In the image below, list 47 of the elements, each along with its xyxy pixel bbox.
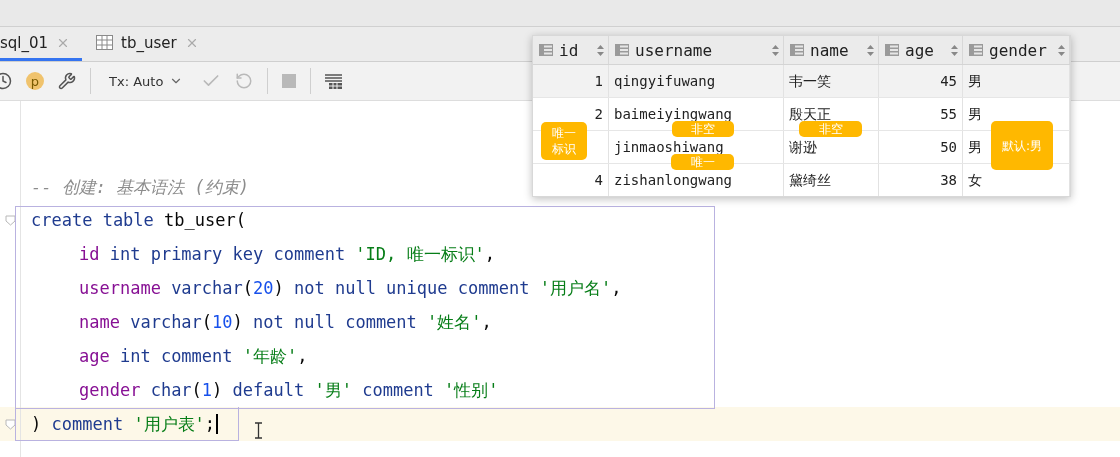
column-header[interactable]: username bbox=[609, 36, 784, 64]
sort-icon[interactable] bbox=[1058, 44, 1065, 56]
code-line: id int primary key comment 'ID, 唯一标识', bbox=[78, 242, 496, 266]
sort-icon[interactable] bbox=[597, 44, 604, 56]
column-header[interactable]: name bbox=[784, 36, 879, 64]
table-cell: 1 bbox=[533, 65, 609, 97]
column-icon bbox=[790, 44, 804, 56]
column-icon bbox=[539, 44, 553, 56]
i-beam-icon bbox=[254, 422, 263, 439]
table-cell: 45 bbox=[879, 65, 963, 97]
table-icon bbox=[96, 35, 114, 50]
callout-label: 非空 bbox=[672, 121, 734, 137]
fold-icon[interactable] bbox=[4, 418, 16, 430]
text-cursor bbox=[216, 413, 219, 434]
table-cell: 50 bbox=[879, 131, 963, 163]
column-icon bbox=[885, 44, 899, 56]
code-line: ) comment '用户表'; bbox=[21, 412, 219, 436]
code-comment: -- 创建: 基本语法 (约束) bbox=[30, 175, 249, 199]
code-line: create table tb_user( bbox=[30, 210, 246, 230]
code-line: age int comment '年龄', bbox=[78, 344, 308, 368]
table-cell: 55 bbox=[879, 98, 963, 130]
editor-tab[interactable]: tb_user bbox=[90, 27, 211, 61]
column-header[interactable]: id bbox=[533, 36, 609, 64]
sort-icon[interactable] bbox=[867, 44, 874, 56]
column-header[interactable]: gender bbox=[963, 36, 1070, 64]
code-line: username varchar(20) not null unique comment '用户名', bbox=[78, 276, 622, 300]
table-cell: 韦一笑 bbox=[784, 65, 879, 97]
column-icon bbox=[969, 44, 983, 56]
table-cell: 38 bbox=[879, 164, 963, 196]
sort-icon[interactable] bbox=[951, 44, 958, 56]
transaction-dropdown[interactable]: Tx: Auto bbox=[105, 73, 188, 89]
fold-icon[interactable] bbox=[4, 214, 16, 226]
callout-label: 默认:男 bbox=[991, 121, 1053, 170]
callout-label: 非空 bbox=[799, 121, 862, 137]
output-icon[interactable] bbox=[325, 73, 343, 89]
column-icon bbox=[615, 44, 629, 56]
column-header[interactable]: age bbox=[879, 36, 963, 64]
wrench-icon[interactable] bbox=[58, 72, 76, 90]
table-cell: 4 bbox=[533, 164, 609, 196]
table-cell: 黛绮丝 bbox=[784, 164, 879, 196]
code-line: name varchar(10) not null comment '姓名', bbox=[78, 310, 492, 334]
callout-label: 唯一标识 bbox=[541, 122, 587, 160]
sort-icon[interactable] bbox=[772, 44, 779, 56]
profile-badge[interactable]: p bbox=[26, 72, 44, 90]
table-cell: qingyifuwang bbox=[609, 65, 784, 97]
code-line: gender char(1) default '男' comment '性别' bbox=[78, 378, 499, 402]
table-cell: 男 bbox=[963, 65, 1070, 97]
